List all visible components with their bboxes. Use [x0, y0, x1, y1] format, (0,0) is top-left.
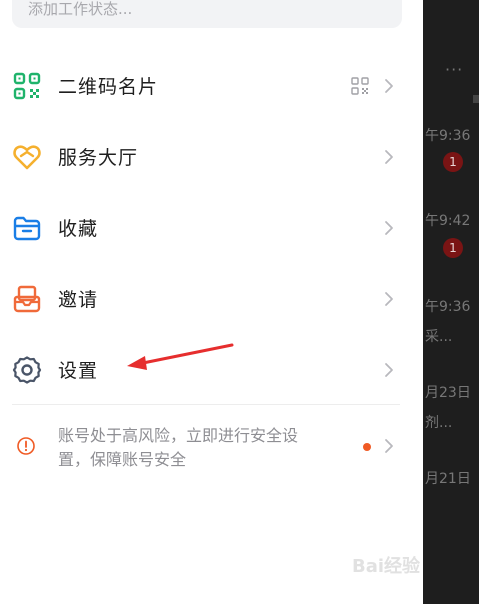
watermark-logo: Bai经验: [352, 556, 421, 577]
red-annotation-arrow: [127, 343, 234, 370]
